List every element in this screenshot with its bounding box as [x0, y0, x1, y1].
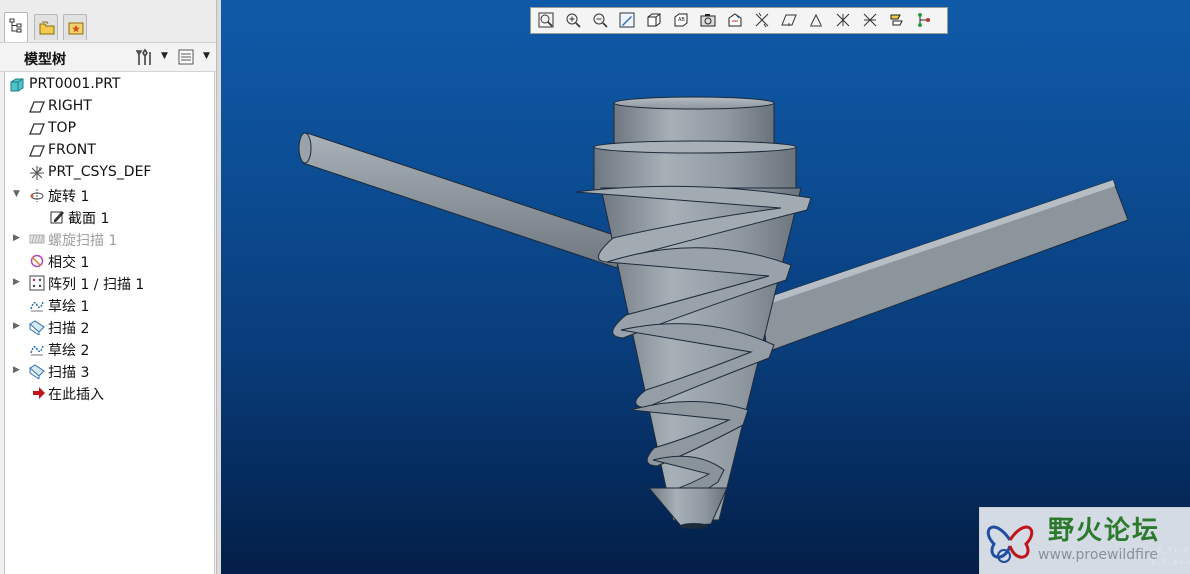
saved-views-icon: AB: [674, 13, 688, 27]
zoom-out-button[interactable]: [589, 10, 611, 31]
folder-icon: [39, 21, 55, 35]
view-manager-button[interactable]: [697, 10, 719, 31]
insert-arrow-icon: [33, 387, 45, 399]
collapse-icon[interactable]: ▶: [13, 365, 20, 375]
part-icon: [10, 78, 24, 92]
show-tree-button[interactable]: [913, 10, 935, 31]
intersect-icon: [30, 254, 44, 268]
annotation-display-icon: [863, 13, 877, 27]
network-icon: [918, 13, 930, 27]
datum-axes-toggle[interactable]: [778, 10, 800, 31]
model-tree: PRT0001.PRT RIGHT TOP FRONT X PRT_CSYS_D…: [4, 72, 215, 574]
collapse-icon[interactable]: ▶: [13, 277, 20, 287]
show-list-icon[interactable]: [178, 48, 194, 66]
zoom-out-icon: [593, 13, 608, 28]
expand-icon[interactable]: ▼: [13, 189, 20, 199]
display-style-button[interactable]: [643, 10, 665, 31]
sketch-icon: [30, 301, 44, 312]
datum-points-toggle[interactable]: [805, 10, 827, 31]
csys-toggle[interactable]: [832, 10, 854, 31]
zoom-in-button[interactable]: [562, 10, 584, 31]
sketch-icon: [30, 345, 44, 356]
perspective-button[interactable]: [724, 10, 746, 31]
chevron-down-icon[interactable]: ▼: [161, 51, 168, 61]
panel-title: 模型树: [24, 52, 66, 68]
navigator-tabs: [0, 0, 219, 42]
csys-display-icon: [836, 13, 850, 27]
camera-icon: [700, 14, 716, 27]
coordinate-readout: X,Y+-0 X,X,X+-0: [1151, 546, 1190, 568]
chevron-down-icon[interactable]: ▼: [203, 51, 210, 61]
tree-icon: [9, 18, 22, 33]
refit-icon: [538, 12, 554, 28]
collapse-icon[interactable]: ▶: [13, 233, 20, 243]
zoom-in-icon: [566, 13, 581, 28]
watermark-url: www.proewildfire: [1038, 547, 1159, 563]
settings-tools-icon[interactable]: [135, 48, 152, 66]
model-tree-header: 模型树 ▼ ▼: [0, 42, 219, 72]
helical-sweep-icon: [29, 234, 45, 244]
model-tree-panel: 模型树 ▼ ▼ PRT0001.PRT RIGHT TOP FRONT X PR…: [0, 0, 219, 574]
datum-plane-display-icon: [755, 12, 769, 28]
view-toolbar: AB: [530, 7, 948, 34]
revolve-icon: [30, 189, 44, 202]
favorites-folder-icon: [68, 22, 84, 35]
saved-views-button[interactable]: AB: [670, 10, 692, 31]
datum-point-display-icon: [810, 13, 822, 27]
tab-model-tree[interactable]: [4, 12, 28, 42]
watermark-title: 野火论坛: [1048, 516, 1161, 546]
3d-model-screw-mixer: [298, 96, 1129, 529]
datum-plane-icon: [29, 145, 45, 157]
sketch-section-icon: [50, 211, 64, 224]
tab-folder-browser[interactable]: [34, 14, 58, 40]
coordinate-system-icon: X: [30, 166, 44, 180]
spin-center-toggle[interactable]: [886, 10, 908, 31]
sweep-icon: [29, 320, 45, 335]
annotations-toggle[interactable]: [859, 10, 881, 31]
refit-button[interactable]: [535, 10, 557, 31]
perspective-icon: [728, 13, 742, 27]
datum-plane-icon: [29, 123, 45, 135]
datum-plane-icon: [29, 101, 45, 113]
repaint-button[interactable]: [616, 10, 638, 31]
tab-favorites[interactable]: [63, 14, 87, 40]
graphics-viewport[interactable]: AB 野火论坛 www.proewildfire X,Y+-0 X,X,X+-0: [221, 0, 1190, 574]
shading-cube-icon: [647, 13, 661, 27]
spin-center-icon: [890, 14, 903, 26]
pattern-icon: [29, 275, 45, 291]
repaint-icon: [619, 12, 635, 28]
collapse-icon[interactable]: ▶: [13, 321, 20, 331]
sweep-icon: [29, 364, 45, 379]
datum-axis-display-icon: [781, 14, 797, 26]
butterfly-logo-icon: [986, 525, 1034, 563]
svg-text:X: X: [38, 167, 42, 173]
svg-text:AB: AB: [678, 17, 685, 23]
datum-planes-toggle[interactable]: [751, 10, 773, 31]
